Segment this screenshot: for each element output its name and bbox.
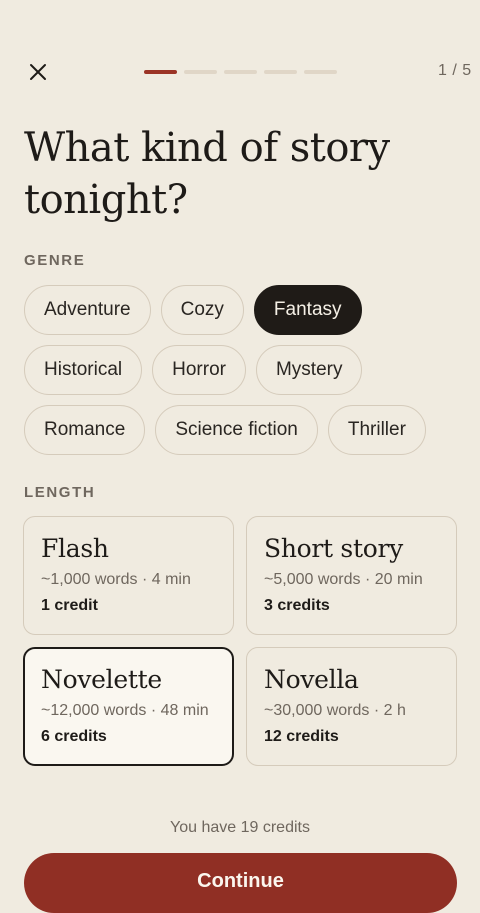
genre-chip-group: Adventure Cozy Fantasy Historical Horror…: [24, 285, 464, 465]
chip-label: Science fiction: [175, 419, 298, 440]
chip-row: Adventure Cozy Fantasy: [24, 285, 464, 335]
step-counter: 1 / 5: [438, 62, 472, 79]
progress-segment: [184, 70, 217, 74]
chip-label: Cozy: [180, 299, 224, 320]
length-option-credits: 1 credit: [41, 597, 98, 614]
genre-chip-adventure[interactable]: Adventure: [24, 285, 151, 335]
genre-section-label: GENRE: [24, 252, 86, 269]
length-section-label: LENGTH: [24, 484, 96, 501]
close-button[interactable]: [24, 58, 52, 86]
chip-label: Romance: [44, 419, 126, 440]
chip-label: Thriller: [347, 419, 406, 440]
progress-segment: [304, 70, 337, 74]
chip-label: Horror: [172, 359, 226, 380]
continue-button[interactable]: Continue: [24, 853, 457, 913]
length-option-name: Flash: [41, 534, 109, 563]
credit-balance: You have 19 credits: [170, 819, 310, 836]
length-option-meta: ~30,000 words · 2 h: [264, 702, 406, 719]
progress-segment: [264, 70, 297, 74]
length-option-flash[interactable]: Flash ~1,000 words · 4 min 1 credit: [23, 516, 234, 635]
length-option-name: Short story: [264, 534, 403, 563]
close-icon: [30, 64, 46, 80]
progress-segment: [224, 70, 257, 74]
length-option-name: Novella: [264, 665, 359, 694]
chip-label: Mystery: [275, 359, 343, 380]
chip-label: Historical: [44, 359, 123, 380]
length-option-novelette[interactable]: Novelette ~12,000 words · 48 min 6 credi…: [23, 647, 234, 766]
top-bar: 1 / 5: [0, 48, 480, 96]
genre-chip-romance[interactable]: Romance: [24, 405, 146, 455]
length-option-credits: 6 credits: [41, 728, 107, 745]
chip-row: Historical Horror Mystery: [24, 345, 464, 395]
chip-label: Adventure: [44, 299, 131, 320]
genre-chip-thriller[interactable]: Thriller: [327, 405, 426, 455]
page-title: What kind of story tonight?: [24, 125, 390, 223]
chip-row: Romance Science fiction Thriller: [24, 405, 464, 455]
length-option-credits: 3 credits: [264, 597, 330, 614]
length-option-credits: 12 credits: [264, 728, 339, 745]
genre-chip-mystery[interactable]: Mystery: [255, 345, 363, 395]
length-option-short-story[interactable]: Short story ~5,000 words · 20 min 3 cred…: [246, 516, 457, 635]
genre-chip-science-fiction[interactable]: Science fiction: [155, 405, 318, 455]
length-option-meta: ~12,000 words · 48 min: [41, 702, 209, 719]
genre-chip-fantasy[interactable]: Fantasy: [253, 285, 362, 335]
progress-indicator: [144, 70, 337, 74]
genre-chip-horror[interactable]: Horror: [152, 345, 246, 395]
length-option-meta: ~1,000 words · 4 min: [41, 571, 191, 588]
genre-chip-historical[interactable]: Historical: [24, 345, 143, 395]
length-options: Flash ~1,000 words · 4 min 1 credit Shor…: [23, 516, 457, 766]
progress-segment: [144, 70, 177, 74]
length-option-novella[interactable]: Novella ~30,000 words · 2 h 12 credits: [246, 647, 457, 766]
genre-chip-cozy[interactable]: Cozy: [160, 285, 244, 335]
length-option-meta: ~5,000 words · 20 min: [264, 571, 423, 588]
length-option-name: Novelette: [41, 665, 162, 694]
chip-label: Fantasy: [273, 299, 342, 320]
